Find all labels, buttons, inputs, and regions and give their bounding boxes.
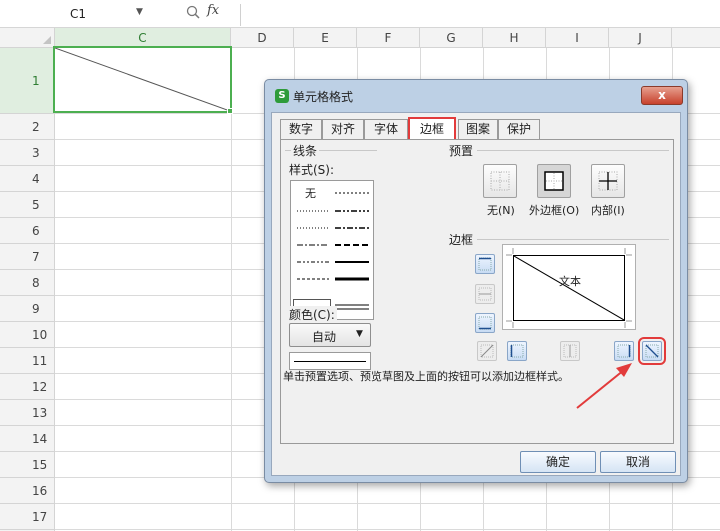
formula-bar: C1 ▼ fx [0,0,720,28]
border-right-button[interactable] [614,341,634,361]
preset-inside-button[interactable] [591,164,625,198]
dialog-titlebar[interactable]: S 单元格格式 x [271,85,683,109]
zoom-icon[interactable] [186,5,200,19]
border-right-icon [617,344,631,358]
row-header-17[interactable]: 17 [0,504,55,530]
preset-outline-button[interactable] [537,164,571,198]
diagonal-up-icon [480,344,494,358]
dialog-body: 数字 对齐 字体 边框 图案 保护 线条 样式(S): 无 颜色(C): 自动 … [271,112,681,476]
name-box-value: C1 [70,7,87,21]
row-header-4[interactable]: 4 [0,166,55,192]
preset-none-button[interactable] [483,164,517,198]
chevron-down-icon[interactable]: ▼ [136,7,143,17]
diagonal-down-icon [645,344,659,358]
row-header-8[interactable]: 8 [0,270,55,296]
row-header-15[interactable]: 15 [0,452,55,478]
row-header-13[interactable]: 13 [0,400,55,426]
border-none-icon [490,171,510,191]
tab-border[interactable]: 边框 [408,117,456,139]
border-preview[interactable]: 文本 [502,244,636,330]
chevron-down-icon: ▼ [356,329,363,339]
border-diagonal-up-button[interactable] [477,341,497,361]
fill-handle[interactable] [227,108,233,114]
presets-label: 预置 [447,142,476,159]
color-label: 颜色(C): [287,306,337,323]
border-top-icon [478,257,492,271]
column-header-i[interactable]: I [546,28,609,48]
cancel-button[interactable]: 取消 [600,451,676,473]
column-header-f[interactable]: F [357,28,420,48]
row-header-2[interactable]: 2 [0,114,55,140]
row-header-11[interactable]: 11 [0,348,55,374]
row-headers: 1 2 3 4 5 6 7 8 9 10 11 12 13 14 15 16 1… [0,48,55,531]
border-outline-icon [544,171,564,191]
tab-alignment[interactable]: 对齐 [322,119,364,139]
preset-inside-label: 内部(I) [591,204,625,217]
border-left-icon [510,344,524,358]
row-header-6[interactable]: 6 [0,218,55,244]
tab-number[interactable]: 数字 [280,119,322,139]
border-bottom-button[interactable] [475,313,495,333]
row-header-7[interactable]: 7 [0,244,55,270]
border-hint-text: 单击预置选项、预览草图及上面的按钮可以添加边框样式。 [283,370,569,383]
border-left-button[interactable] [507,341,527,361]
column-headers: C D E F G H I J [55,28,720,48]
border-inside-vertical-icon [563,344,577,358]
tab-font[interactable]: 字体 [364,119,408,139]
row-header-10[interactable]: 10 [0,322,55,348]
selected-cell-c1[interactable] [53,46,232,113]
close-button[interactable]: x [641,86,683,105]
formula-bar-divider [240,4,241,26]
diagonal-border-line [55,48,230,111]
border-bottom-icon [478,316,492,330]
preset-outline-label: 外边框(O) [529,204,580,217]
row-header-1[interactable]: 1 [0,48,55,114]
preset-none-label: 无(N) [487,204,515,217]
tab-protection[interactable]: 保护 [498,119,540,139]
ok-button[interactable]: 确定 [520,451,596,473]
fx-icon[interactable]: fx [207,3,219,18]
column-header-e[interactable]: E [294,28,357,48]
border-inside-horizontal-button[interactable] [475,284,495,304]
column-header-j[interactable]: J [609,28,672,48]
column-header-h[interactable]: H [483,28,546,48]
color-dropdown[interactable]: 自动 ▼ [289,323,371,347]
column-header-d[interactable]: D [231,28,294,48]
color-dropdown-value: 自动 [312,330,337,344]
border-tab-panel: 线条 样式(S): 无 颜色(C): 自动 ▼ 预置 无(N) 外边框(O) 内… [280,139,674,444]
row-header-5[interactable]: 5 [0,192,55,218]
row-header-12[interactable]: 12 [0,374,55,400]
line-style-list[interactable]: 无 [290,180,374,320]
border-section-label: 边框 [447,231,476,248]
select-all-corner[interactable] [0,28,55,48]
border-inside-icon [598,171,618,191]
style-label: 样式(S): [287,161,337,178]
line-group-label: 线条 [291,142,320,159]
row-header-16[interactable]: 16 [0,478,55,504]
row-header-9[interactable]: 9 [0,296,55,322]
dialog-title: 单元格格式 [293,90,354,104]
row-header-3[interactable]: 3 [0,140,55,166]
border-inside-vertical-button[interactable] [560,341,580,361]
row-header-14[interactable]: 14 [0,426,55,452]
format-cells-dialog: S 单元格格式 x 数字 对齐 字体 边框 图案 保护 线条 样式(S): 无 [264,79,688,483]
column-header-g[interactable]: G [420,28,483,48]
border-inside-horizontal-icon [478,287,492,301]
border-diagonal-down-button[interactable] [638,337,666,365]
app-logo-icon: S [275,89,289,103]
border-top-button[interactable] [475,254,495,274]
name-box[interactable]: C1 ▼ [60,6,150,24]
column-header-c[interactable]: C [55,28,231,48]
tab-pattern[interactable]: 图案 [458,119,498,139]
preview-text: 文本 [559,275,581,288]
